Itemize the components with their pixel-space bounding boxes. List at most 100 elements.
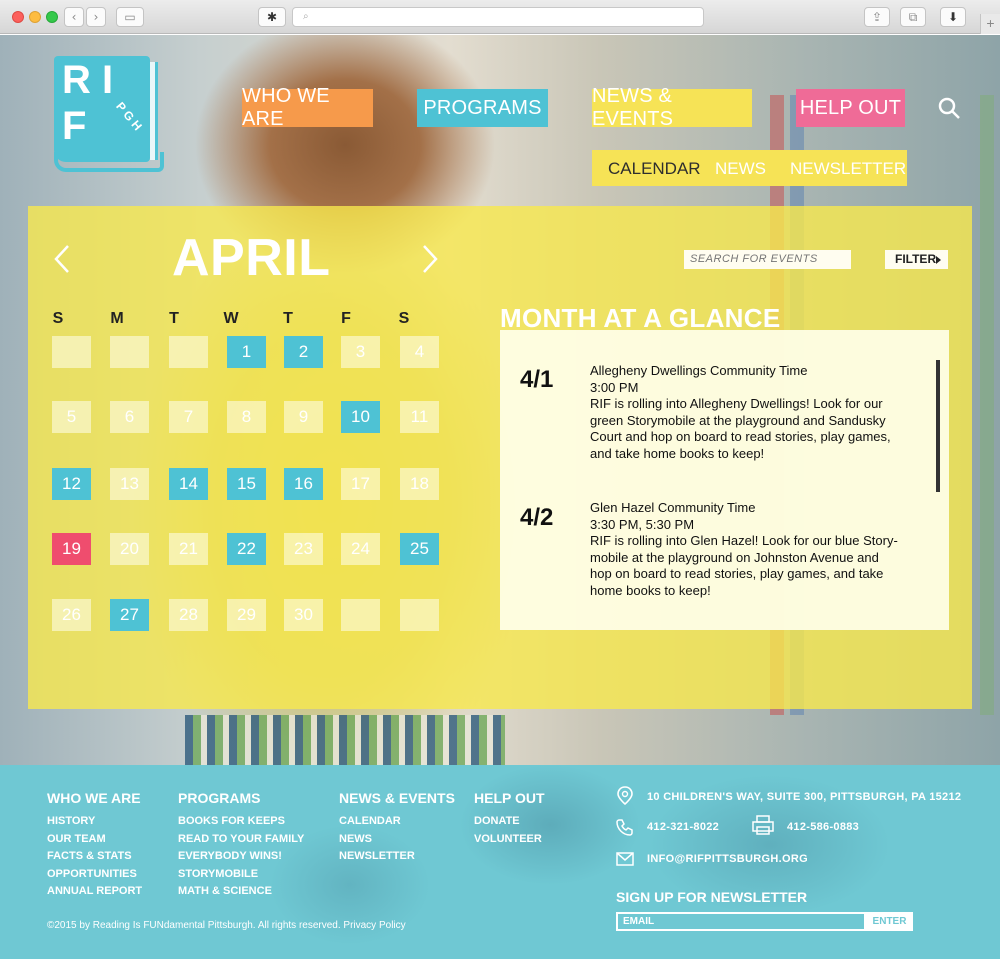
calendar-day-15[interactable]: 15 xyxy=(227,468,266,500)
day-of-week-label: S xyxy=(398,310,410,327)
share-icon[interactable]: ⇪ xyxy=(864,7,890,27)
event-description-line: and take home books to keep! xyxy=(590,445,765,461)
footer-phone[interactable]: 412-321-8022 xyxy=(647,821,719,833)
search-events-input[interactable] xyxy=(684,250,851,269)
footer-heading-help[interactable]: HELP OUT xyxy=(474,790,545,806)
minimize-window-button[interactable] xyxy=(29,11,41,23)
calendar-day-empty xyxy=(110,336,149,368)
event-title: Allegheny Dwellings Community Time xyxy=(590,363,808,378)
nav-who-we-are[interactable]: WHO WE ARE xyxy=(242,85,373,130)
calendar-day-4[interactable]: 4 xyxy=(400,336,439,368)
footer-link[interactable]: BOOKS FOR KEEPS xyxy=(178,813,304,831)
newsletter-enter-button[interactable]: ENTER xyxy=(866,912,913,931)
calendar-day-25[interactable]: 25 xyxy=(400,533,439,565)
calendar-day-28[interactable]: 28 xyxy=(169,599,208,631)
close-window-button[interactable] xyxy=(12,11,24,23)
download-icon[interactable]: ⬇ xyxy=(940,7,966,27)
event-time: 3:00 PM xyxy=(590,379,639,395)
calendar-day-27[interactable]: 27 xyxy=(110,599,149,631)
footer-link[interactable]: DONATE xyxy=(474,813,542,831)
calendar-day-29[interactable]: 29 xyxy=(227,599,266,631)
calendar-day-22[interactable]: 22 xyxy=(227,533,266,565)
zoom-window-button[interactable] xyxy=(46,11,58,23)
nav-help-out[interactable]: HELP OUT xyxy=(796,89,905,127)
back-button[interactable]: ‹ xyxy=(64,7,84,27)
subnav-calendar[interactable]: CALENDAR xyxy=(608,159,701,179)
calendar-day-2[interactable]: 2 xyxy=(284,336,323,368)
calendar-day-5[interactable]: 5 xyxy=(52,401,91,433)
footer-link[interactable]: NEWSLETTER xyxy=(339,848,415,866)
footer-link[interactable]: EVERYBODY WINS! xyxy=(178,848,304,866)
calendar-day-30[interactable]: 30 xyxy=(284,599,323,631)
footer-email[interactable]: INFO@RIFPITTSBURGH.ORG xyxy=(647,853,808,865)
footer-link[interactable]: VOLUNTEER xyxy=(474,831,542,849)
footer-link[interactable]: HISTORY xyxy=(47,813,142,831)
event-details[interactable]: Allegheny Dwellings Community Time 3:00 … xyxy=(590,363,920,462)
footer-links-programs: BOOKS FOR KEEPS READ TO YOUR FAMILY EVER… xyxy=(178,813,304,901)
subnav-news[interactable]: NEWS xyxy=(715,159,766,179)
footer-heading-news[interactable]: NEWS & EVENTS xyxy=(339,790,455,806)
calendar-day-14[interactable]: 14 xyxy=(169,468,208,500)
previous-month-arrow-icon[interactable] xyxy=(52,244,72,274)
search-icon[interactable] xyxy=(937,96,961,120)
event-description-line: hop on board to read stories, play games… xyxy=(590,566,884,581)
calendar-day-8[interactable]: 8 xyxy=(227,401,266,433)
calendar-day-3[interactable]: 3 xyxy=(341,336,380,368)
footer-link[interactable]: OUR TEAM xyxy=(47,831,142,849)
nav-news-events[interactable]: NEWS & EVENTS xyxy=(592,85,752,130)
calendar-day-9[interactable]: 9 xyxy=(284,401,323,433)
day-of-week-label: F xyxy=(341,310,351,327)
calendar-day-23[interactable]: 23 xyxy=(284,533,323,565)
calendar-day-19[interactable]: 19 xyxy=(52,533,91,565)
next-month-arrow-icon[interactable] xyxy=(420,244,440,274)
calendar-day-13[interactable]: 13 xyxy=(110,468,149,500)
calendar-day-26[interactable]: 26 xyxy=(52,599,91,631)
extension-icon[interactable]: ✱ xyxy=(258,7,286,27)
footer-link[interactable]: MATH & SCIENCE xyxy=(178,883,304,901)
event-details[interactable]: Glen Hazel Community Time 3:30 PM, 5:30 … xyxy=(590,500,920,599)
events-scrollbar[interactable] xyxy=(936,360,940,492)
calendar-day-20[interactable]: 20 xyxy=(110,533,149,565)
calendar-day-10[interactable]: 10 xyxy=(341,401,380,433)
footer-link[interactable]: ANNUAL REPORT xyxy=(47,883,142,901)
nav-programs[interactable]: PROGRAMS xyxy=(417,89,548,127)
news-events-subnav: CALENDAR NEWS NEWSLETTER xyxy=(592,150,907,186)
calendar-day-11[interactable]: 11 xyxy=(400,401,439,433)
calendar-day-1[interactable]: 1 xyxy=(227,336,266,368)
footer-link[interactable]: READ TO YOUR FAMILY xyxy=(178,831,304,849)
calendar-day-12[interactable]: 12 xyxy=(52,468,91,500)
rif-pgh-logo[interactable]: R I F P G H xyxy=(54,56,164,172)
tabs-icon[interactable]: ⧉ xyxy=(900,7,926,27)
calendar-day-7[interactable]: 7 xyxy=(169,401,208,433)
footer-link[interactable]: CALENDAR xyxy=(339,813,415,831)
caret-right-icon xyxy=(936,256,941,264)
month-title: APRIL xyxy=(172,229,331,287)
footer-heading-who[interactable]: WHO WE ARE xyxy=(47,790,141,806)
footer-link[interactable]: STORYMOBILE xyxy=(178,866,304,884)
subnav-newsletter[interactable]: NEWSLETTER xyxy=(790,159,906,179)
address-bar[interactable]: ⌕ xyxy=(292,7,704,27)
calendar-day-18[interactable]: 18 xyxy=(400,468,439,500)
calendar-day-17[interactable]: 17 xyxy=(341,468,380,500)
event-date: 4/1 xyxy=(520,366,554,393)
footer-heading-programs[interactable]: PROGRAMS xyxy=(178,790,260,806)
footer-link[interactable]: OPPORTUNITIES xyxy=(47,866,142,884)
footer-link[interactable]: FACTS & STATS xyxy=(47,848,142,866)
logo-letter-f: F xyxy=(62,104,87,148)
footer-address: 10 CHILDREN'S WAY, SUITE 300, PITTSBURGH… xyxy=(647,791,962,803)
calendar-day-6[interactable]: 6 xyxy=(110,401,149,433)
calendar-day-24[interactable]: 24 xyxy=(341,533,380,565)
event-title: Glen Hazel Community Time xyxy=(590,500,756,515)
footer-links-who: HISTORY OUR TEAM FACTS & STATS OPPORTUNI… xyxy=(47,813,142,901)
sidebar-icon[interactable]: ▭ xyxy=(116,7,144,27)
footer-link[interactable]: NEWS xyxy=(339,831,415,849)
newsletter-email-input[interactable]: EMAIL xyxy=(616,912,866,931)
filter-label: FILTER xyxy=(895,252,937,266)
location-pin-icon xyxy=(617,786,633,806)
calendar-day-16[interactable]: 16 xyxy=(284,468,323,500)
filter-button[interactable]: FILTER xyxy=(885,250,948,269)
new-tab-button[interactable]: + xyxy=(980,14,1000,34)
forward-button[interactable]: › xyxy=(86,7,106,27)
calendar-day-21[interactable]: 21 xyxy=(169,533,208,565)
calendar-day-empty xyxy=(341,599,380,631)
